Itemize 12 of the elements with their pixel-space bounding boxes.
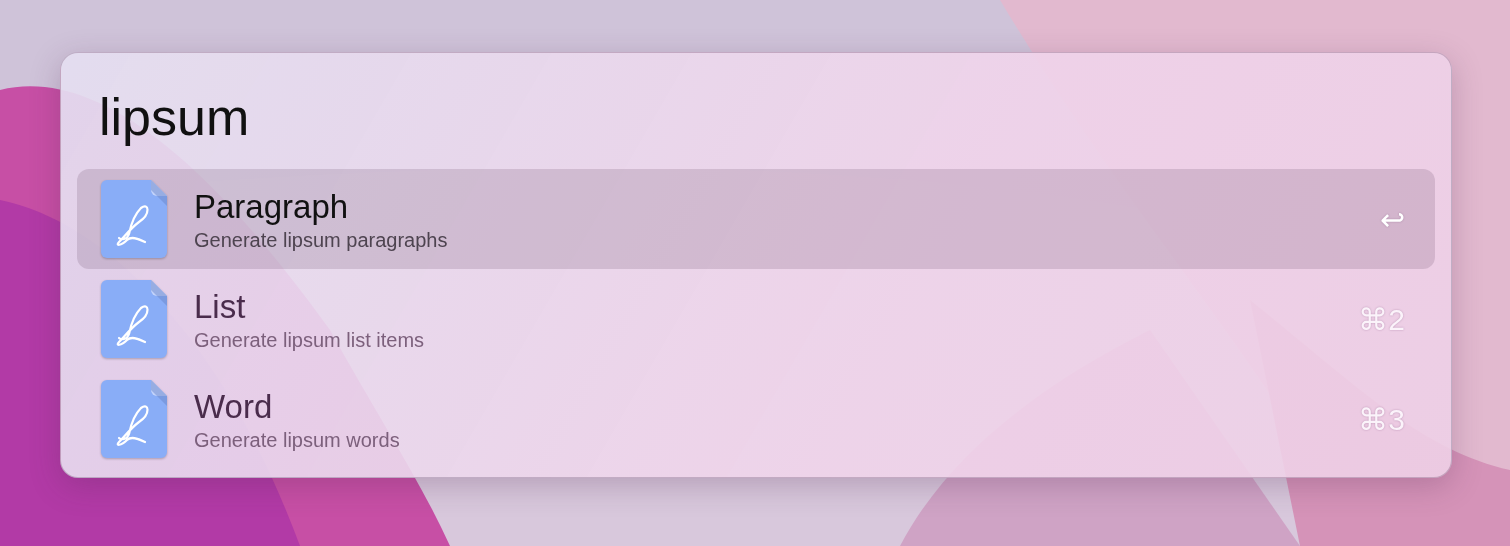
result-item[interactable]: Paragraph Generate lipsum paragraphs ↩	[77, 169, 1435, 269]
shortcut-label: ↩	[1380, 201, 1405, 237]
result-subtitle: Generate lipsum paragraphs	[194, 228, 449, 252]
result-subtitle: Generate lipsum words	[194, 428, 401, 452]
document-icon	[101, 280, 167, 358]
result-subtitle: Generate lipsum list items	[194, 328, 426, 352]
document-icon	[101, 380, 167, 458]
document-icon	[101, 180, 167, 258]
search-field[interactable]: lipsum	[77, 75, 699, 159]
result-title: List	[194, 286, 247, 327]
result-title: Paragraph	[194, 186, 350, 227]
result-title: Word	[194, 386, 274, 427]
